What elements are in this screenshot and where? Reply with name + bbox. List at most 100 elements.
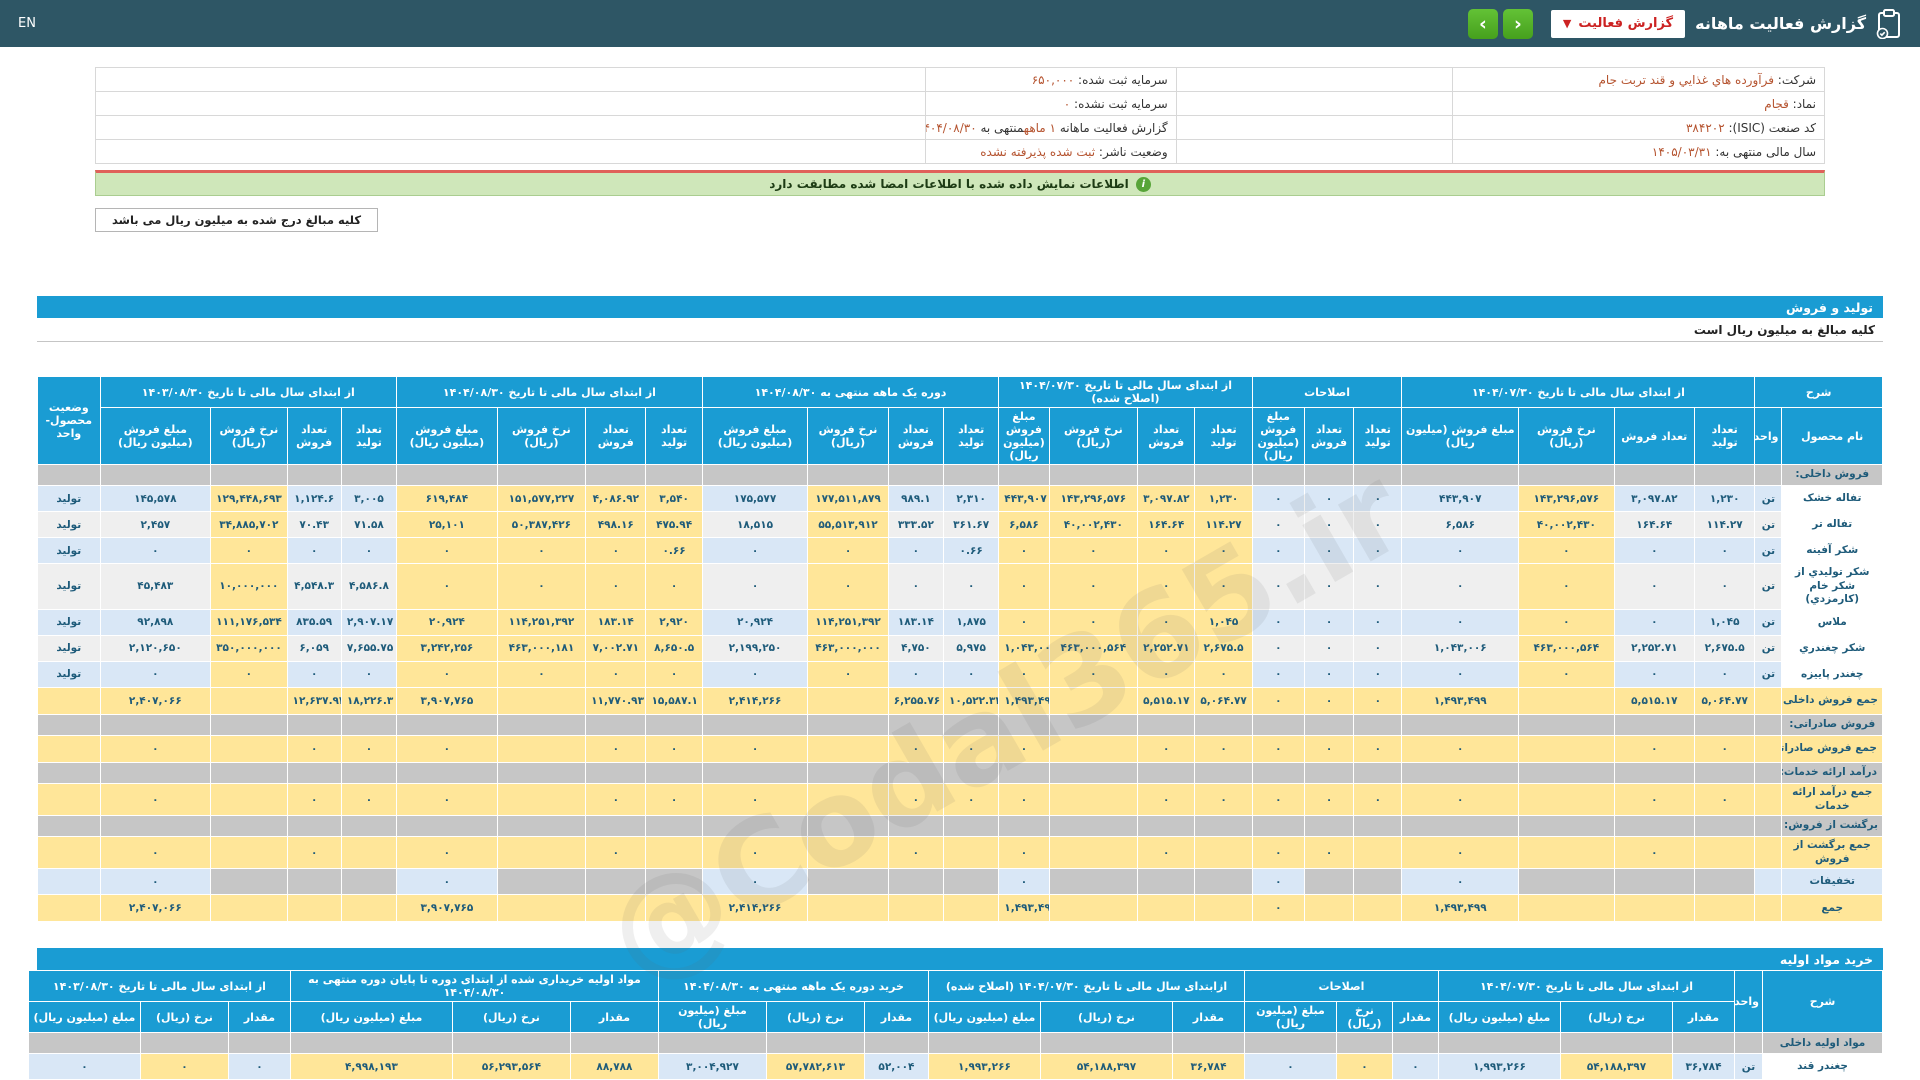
value-cell xyxy=(645,713,703,736)
column-header: مبلغ (میلیون ریال) xyxy=(657,1001,767,1034)
value-cell: ۰ xyxy=(1613,608,1696,636)
value-cell xyxy=(340,761,398,784)
row-label: درآمد ارائه خدمات: xyxy=(1781,761,1883,784)
value-cell: ۴۰,۰۰۲,۴۳۰ xyxy=(1048,511,1139,538)
production-sales-table: شرح از ابتدای سال مالی تا تاریخ ۱۴۰۴/۰۷/۳… xyxy=(37,376,1883,923)
value-cell xyxy=(585,894,647,923)
row-label: تفاله تر xyxy=(1781,511,1883,538)
column-header: مقدار xyxy=(1391,1001,1439,1034)
value-cell: ۳۶,۷۸۴ xyxy=(1672,1053,1735,1080)
value-cell xyxy=(340,464,398,486)
value-cell: ۰ xyxy=(1251,537,1305,564)
value-cell: ۸۳۵.۵۹ xyxy=(286,608,342,636)
value-cell: ۰ xyxy=(227,1053,291,1080)
unit-cell xyxy=(1754,734,1783,763)
value-cell: ۰ xyxy=(998,782,1050,817)
value-cell xyxy=(286,713,342,736)
column-header: مبلغ فروش (میلیون ریال) xyxy=(1251,407,1305,465)
value-cell: ۰ xyxy=(1613,782,1696,817)
value-cell: ۴,۰۸۶.۹۲ xyxy=(585,485,647,512)
status-column-header: وضعیت محصول-واحد xyxy=(37,376,101,465)
value-cell xyxy=(1353,713,1403,736)
report-type-button[interactable]: گزارش فعالیت ▼ xyxy=(1550,9,1686,38)
value-cell: ۳۵۰,۰۰۰,۰۰۰ xyxy=(210,634,288,662)
value-cell: ۰ xyxy=(1137,660,1196,688)
value-cell: ۰ xyxy=(887,537,945,564)
value-cell: ۰ xyxy=(701,563,809,610)
value-cell xyxy=(1194,836,1253,870)
value-cell: ۰ xyxy=(340,734,398,763)
value-cell: ۰ xyxy=(99,782,212,817)
value-cell: ۰ xyxy=(943,782,1000,817)
value-cell xyxy=(396,713,498,736)
value-cell xyxy=(210,782,288,817)
value-cell: ۰ xyxy=(1518,660,1615,688)
value-cell xyxy=(1194,761,1253,784)
value-cell: ۰ xyxy=(701,836,809,870)
row-label: تفاله خشک xyxy=(1781,485,1883,512)
column-header: تعداد فروش xyxy=(1303,407,1355,465)
status-cell: تولید xyxy=(37,608,101,636)
value-cell: ۱۸۳.۱۴ xyxy=(887,608,945,636)
value-cell xyxy=(496,761,587,784)
value-cell: ۰ xyxy=(1613,563,1696,610)
value-cell xyxy=(585,815,647,838)
value-cell xyxy=(1437,1032,1562,1055)
column-header: مبلغ فروش (میلیون ریال) xyxy=(396,407,498,465)
nav-prev-button[interactable]: ‹ xyxy=(1502,8,1533,39)
table-row: جمع فروش صادراتی۰۰۰۰۰۰۰۰۰۰۰۰۰۰۰۰۰۰ xyxy=(37,734,1883,763)
value-cell: ۰ xyxy=(1613,734,1696,763)
value-cell: ۲,۹۲۰ xyxy=(645,608,703,636)
value-cell: ۰.۶۶ xyxy=(943,537,1000,564)
value-cell xyxy=(1303,815,1355,838)
value-cell: ۳,۹۰۷,۷۶۵ xyxy=(396,686,498,715)
value-cell xyxy=(1518,868,1615,896)
value-cell: ۰ xyxy=(1243,1053,1337,1080)
column-header: مقدار xyxy=(569,1001,659,1034)
value-cell: ۰ xyxy=(286,537,342,564)
value-cell: ۰ xyxy=(807,660,889,688)
value-cell xyxy=(1353,815,1403,838)
unit-cell xyxy=(1754,686,1783,715)
info-value: قجام xyxy=(1764,96,1789,111)
value-cell xyxy=(210,836,288,870)
status-cell xyxy=(37,686,101,715)
nav-next-button[interactable]: › xyxy=(1467,8,1498,39)
value-cell xyxy=(1518,894,1615,923)
language-toggle[interactable]: EN xyxy=(18,16,36,31)
value-cell xyxy=(340,713,398,736)
unit-cell xyxy=(1754,836,1783,870)
column-header: مواد اولیه خریداری شده از ابتدای دوره تا… xyxy=(289,970,659,1003)
value-cell: ۷,۰۰۲.۷۱ xyxy=(585,634,647,662)
value-cell xyxy=(1391,1032,1439,1055)
value-cell xyxy=(701,464,809,486)
value-cell xyxy=(1401,761,1520,784)
column-header: مبلغ (میلیون ریال) xyxy=(27,1001,141,1034)
column-header: مقدار xyxy=(1672,1001,1735,1034)
value-cell xyxy=(1194,894,1253,923)
value-cell xyxy=(496,815,587,838)
value-cell xyxy=(943,836,1000,870)
value-cell: ۰ xyxy=(1137,563,1196,610)
value-cell: ۱۴۳,۲۹۶,۵۷۶ xyxy=(1518,485,1615,512)
value-cell xyxy=(1613,464,1696,486)
company-info-row: شرکت: فرآورده هاي غذايي و قند تربت جام سر… xyxy=(95,67,1825,92)
value-cell: ۰ xyxy=(396,537,498,564)
value-cell: ۱۸۳.۱۴ xyxy=(585,608,647,636)
status-cell xyxy=(37,782,101,817)
column-header: ازابتدای سال مالی تا تاریخ ۱۴۰۴/۰۷/۳۰ (ا… xyxy=(927,970,1245,1003)
value-cell xyxy=(1048,782,1139,817)
value-cell: ۲۰,۹۲۴ xyxy=(396,608,498,636)
value-cell: ۰ xyxy=(887,836,945,870)
column-header: مبلغ فروش (میلیون ریال) xyxy=(1401,407,1520,465)
value-cell xyxy=(887,894,945,923)
row-label: چغندر قند xyxy=(1762,1053,1883,1080)
value-cell: ۲,۱۹۹,۲۵۰ xyxy=(701,634,809,662)
value-cell xyxy=(1251,713,1305,736)
column-header: مبلغ (میلیون ریال) xyxy=(1437,1001,1562,1034)
value-cell xyxy=(340,836,398,870)
value-cell xyxy=(1303,868,1355,896)
column-header: تعداد فروش xyxy=(887,407,945,465)
value-cell xyxy=(1672,1032,1735,1055)
value-cell: ۰ xyxy=(286,734,342,763)
